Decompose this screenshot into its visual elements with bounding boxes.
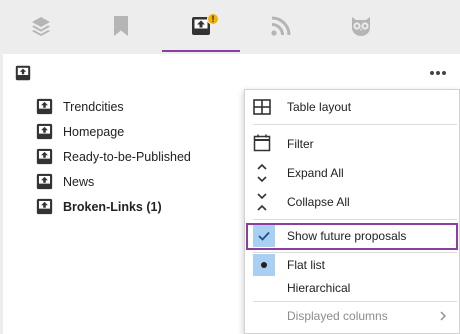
list-item-homepage[interactable]: Homepage [36,119,191,144]
list-item-label: Ready-to-be-Published [63,149,191,164]
radio-selected [253,254,275,276]
menu-divider [253,124,457,125]
menu-item-table-layout[interactable]: Table layout [245,94,459,120]
menu-item-hierarchical[interactable]: Hierarchical [245,278,459,298]
menu-item-filter[interactable]: Filter [245,130,459,156]
list-item-label: News [63,174,95,189]
more-horizontal-icon [430,71,434,75]
menu-label: Collapse All [287,195,350,209]
options-menu: Table layout Filter Expand All Collapse … [244,89,460,334]
highlight-frame [246,223,458,250]
menu-divider [253,252,457,253]
upload-box-icon[interactable] [15,65,31,81]
upload-box-icon [36,173,53,190]
menu-divider [253,301,457,302]
list-item-label: Trendcities [63,99,124,114]
menu-item-expand-all[interactable]: Expand All [245,160,459,186]
more-options-button[interactable] [427,66,449,80]
tab-feeds[interactable] [242,0,320,52]
bookmark-icon [114,16,128,36]
list-item-ready-to-be-published[interactable]: Ready-to-be-Published [36,144,191,169]
upload-box-icon [36,198,53,215]
collapse-icon [257,193,267,211]
rss-icon [271,16,291,36]
list-item-trendcities[interactable]: Trendcities [36,94,191,119]
proposal-list: Trendcities Homepage Ready-to-be-Publish… [36,94,191,219]
menu-label: Expand All [287,166,344,180]
menu-label: Table layout [287,100,352,114]
menu-label: Displayed columns [287,309,388,323]
dot-icon [261,262,267,268]
owl-icon [352,17,370,36]
list-item-label: Broken-Links (1) [63,199,162,214]
tab-layers[interactable] [2,0,80,52]
menu-label: Flat list [287,258,326,272]
tab-owl[interactable] [322,0,400,52]
tab-proposals[interactable]: ! [162,0,240,52]
notification-badge: ! [207,13,219,25]
tab-bookmarks[interactable] [82,0,160,52]
chevron-right-icon [440,311,446,321]
menu-item-displayed-columns[interactable]: Displayed columns [245,305,459,327]
expand-icon [257,163,267,183]
menu-label: Filter [287,137,314,151]
list-item-news[interactable]: News [36,169,191,194]
menu-divider [253,219,457,220]
upload-box-icon [36,98,53,115]
layers-icon [32,17,50,36]
upload-box-icon [36,123,53,140]
calendar-icon [253,134,271,152]
top-tab-bar: ! [0,0,460,52]
menu-label: Hierarchical [287,281,351,295]
list-item-label: Homepage [63,124,125,139]
list-item-broken-links[interactable]: Broken-Links (1) [36,194,191,219]
upload-box-icon [36,148,53,165]
menu-item-flat-list[interactable]: Flat list [245,254,459,277]
menu-item-collapse-all[interactable]: Collapse All [245,189,459,215]
table-layout-icon [253,99,271,115]
